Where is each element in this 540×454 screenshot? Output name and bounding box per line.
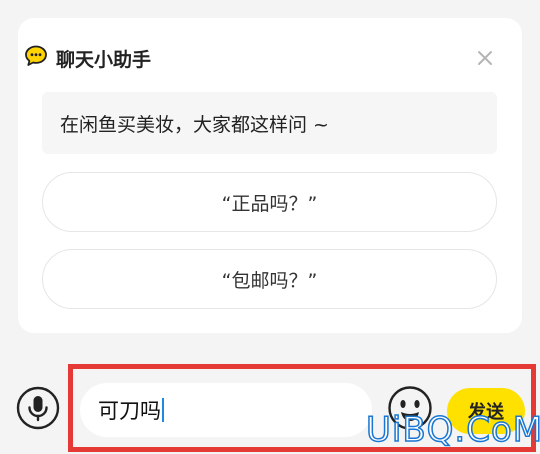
message-input[interactable]: 可刀吗 <box>80 383 372 437</box>
close-icon <box>478 51 492 65</box>
watermark-text: UiBQ.CoM <box>365 409 540 451</box>
suggestion-free-shipping[interactable]: “包邮吗？” <box>42 249 497 309</box>
assistant-card-title: 聊天小助手 <box>56 48 152 71</box>
suggestion-authentic[interactable]: “正品吗？” <box>42 172 497 232</box>
message-input-text: 可刀吗 <box>98 399 161 423</box>
microphone-icon <box>16 386 60 430</box>
assistant-prompt: 在闲鱼买美妆，大家都这样问 ~ <box>42 92 497 154</box>
close-button[interactable] <box>472 45 498 71</box>
voice-input-button[interactable] <box>16 386 60 430</box>
chat-bubble-icon <box>24 44 48 72</box>
assistant-card-header: 聊天小助手 <box>24 40 151 76</box>
text-caret <box>162 398 164 422</box>
